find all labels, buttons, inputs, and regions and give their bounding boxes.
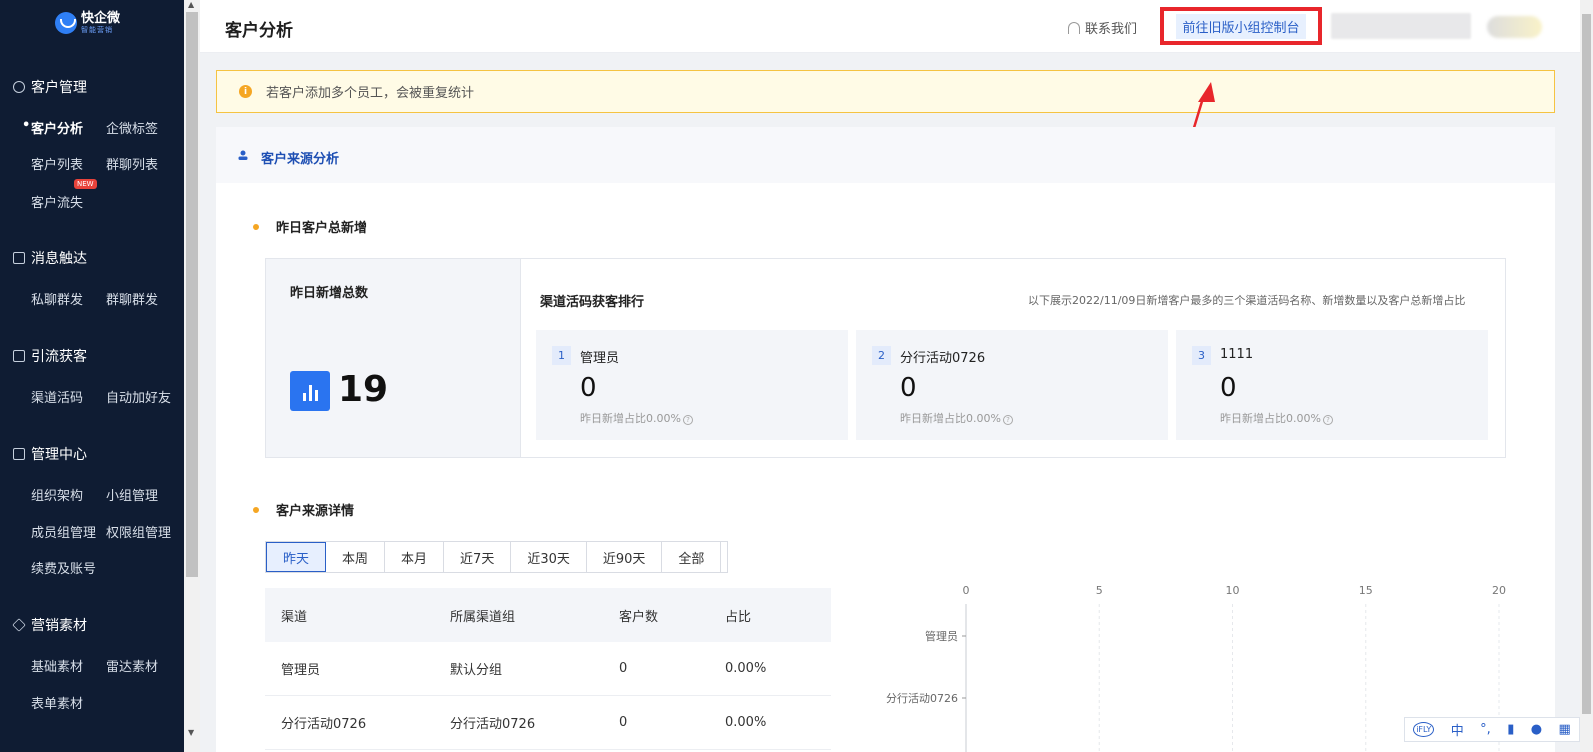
rank-value: 0 bbox=[1220, 373, 1237, 403]
date-range-tabs: 昨天 本周 本月 近7天 近30天 近90天 全部 bbox=[265, 541, 729, 573]
table-cell: 0.00% bbox=[725, 661, 767, 676]
table-cell: 0.00% bbox=[725, 715, 767, 730]
table-header: 渠道 所属渠道组 客户数 占比 bbox=[265, 588, 831, 642]
rank-value: 0 bbox=[900, 373, 917, 403]
table-cell: 0 bbox=[619, 661, 628, 676]
column-header[interactable]: 占比 bbox=[725, 606, 825, 625]
panel-title: 客户来源分析 bbox=[261, 152, 340, 167]
column-header[interactable]: 所属渠道组 bbox=[450, 606, 619, 625]
table-cell: 管理员 bbox=[281, 663, 321, 678]
bar-chart-icon bbox=[290, 371, 330, 411]
rank-number: 1 bbox=[552, 346, 571, 365]
rank-number: 2 bbox=[872, 346, 891, 365]
rank-percent: 昨日新增占比0.00%? bbox=[900, 410, 1013, 426]
help-icon[interactable]: ? bbox=[1322, 415, 1333, 425]
total-label: 昨日新增总数 bbox=[290, 286, 369, 301]
help-icon[interactable]: ? bbox=[682, 415, 693, 425]
tab-this-month[interactable]: 本月 bbox=[385, 542, 445, 572]
bullet-icon bbox=[253, 224, 259, 230]
table-cell: 0 bbox=[619, 715, 628, 730]
column-header[interactable]: 渠道 bbox=[265, 606, 450, 625]
table-cell: 默认分组 bbox=[450, 663, 503, 678]
table-row[interactable]: 管理员 默认分组 0 0.00% bbox=[265, 642, 831, 696]
rank-name: 1111 bbox=[1220, 347, 1254, 362]
column-header[interactable]: 客户数 bbox=[619, 606, 725, 625]
tab-this-week[interactable]: 本周 bbox=[326, 542, 386, 572]
tab-last-30-days[interactable]: 近30天 bbox=[511, 542, 587, 572]
tab-overflow bbox=[721, 542, 728, 572]
rank-percent: 昨日新增占比0.00%? bbox=[1220, 410, 1333, 426]
user-icon[interactable]: ● bbox=[1531, 722, 1542, 737]
rank-card: 2 分行活动0726 0 昨日新增占比0.00%? bbox=[856, 330, 1168, 440]
table-row[interactable]: 分行活动0726 分行活动0726 0 0.00% bbox=[265, 696, 831, 750]
rank-percent: 昨日新增占比0.00%? bbox=[580, 410, 693, 426]
rank-number: 3 bbox=[1192, 346, 1211, 365]
punctuation-icon[interactable]: °, bbox=[1480, 722, 1491, 737]
rank-name: 管理员 bbox=[580, 351, 620, 366]
source-table: 渠道 所属渠道组 客户数 占比 管理员 默认分组 0 0.00% 分行活动072… bbox=[265, 588, 831, 750]
grid-icon[interactable]: ▦ bbox=[1559, 722, 1571, 737]
total-value: 19 bbox=[338, 369, 389, 410]
tab-all[interactable]: 全部 bbox=[662, 542, 722, 572]
ifly-icon[interactable]: iFLY bbox=[1413, 722, 1435, 737]
rank-name: 分行活动0726 bbox=[900, 351, 986, 366]
total-new-card: 昨日新增总数 19 bbox=[266, 259, 521, 457]
microphone-icon[interactable]: ▮ bbox=[1507, 722, 1514, 737]
rank-note: 以下展示2022/11/09日新增客户最多的三个渠道活码名称、新增数量以及客户总… bbox=[1028, 294, 1466, 307]
x-tick-label: 10 bbox=[1226, 584, 1240, 597]
x-tick-label: 20 bbox=[1492, 584, 1506, 597]
table-cell: 分行活动0726 bbox=[450, 717, 536, 732]
table-cell: 分行活动0726 bbox=[281, 717, 367, 732]
tab-last-90-days[interactable]: 近90天 bbox=[586, 542, 663, 572]
x-tick-label: 0 bbox=[963, 584, 970, 597]
rank-card: 3 1111 0 昨日新增占比0.00%? bbox=[1176, 330, 1488, 440]
rank-value: 0 bbox=[580, 373, 597, 403]
person-icon bbox=[238, 150, 248, 160]
y-category-label: 分行活动0726 bbox=[886, 692, 958, 705]
x-tick-label: 5 bbox=[1096, 584, 1103, 597]
x-tick-label: 15 bbox=[1359, 584, 1373, 597]
y-category-label: 管理员 bbox=[925, 629, 958, 643]
yesterday-title: 昨日客户总新增 bbox=[276, 221, 368, 236]
rank-card: 1 管理员 0 昨日新增占比0.00%? bbox=[536, 330, 848, 440]
ime-toolbar[interactable]: iFLY 中 °, ▮ ● ▦ bbox=[1404, 717, 1580, 742]
help-icon[interactable]: ? bbox=[1002, 415, 1013, 425]
detail-title: 客户来源详情 bbox=[276, 504, 355, 519]
tab-last-7-days[interactable]: 近7天 bbox=[444, 542, 512, 572]
rank-title: 渠道活码获客排行 bbox=[540, 295, 645, 310]
customer-source-panel: 客户来源分析 昨日客户总新增 昨日新增总数 19 渠道活码获客排行 以下展示20… bbox=[216, 127, 1555, 752]
bullet-icon bbox=[253, 507, 259, 513]
lang-toggle[interactable]: 中 bbox=[1451, 720, 1464, 739]
panel-header: 客户来源分析 bbox=[216, 127, 1555, 183]
tab-yesterday[interactable]: 昨天 bbox=[266, 542, 327, 572]
summary-card: 昨日新增总数 19 渠道活码获客排行 以下展示2022/11/09日新增客户最多… bbox=[265, 258, 1506, 458]
